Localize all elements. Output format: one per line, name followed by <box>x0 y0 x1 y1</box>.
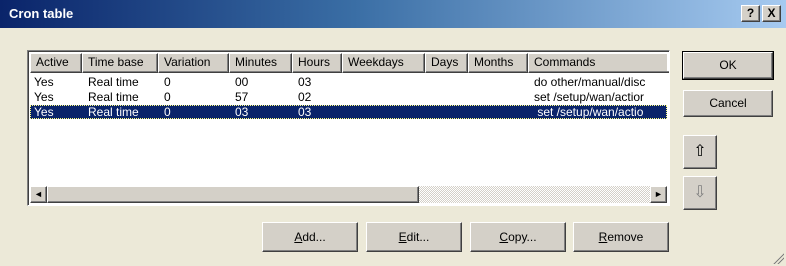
help-button[interactable]: ? <box>741 5 760 22</box>
move-down-button[interactable]: ⇩ <box>683 176 717 210</box>
close-button[interactable]: X <box>762 5 781 22</box>
cell-hours: 03 <box>298 105 312 119</box>
copy-button-label: Copy... <box>499 230 537 244</box>
column-header-minutes[interactable]: Minutes <box>229 53 292 73</box>
scrollbar-track[interactable] <box>419 186 650 203</box>
ok-button[interactable]: OK <box>682 51 774 80</box>
cell-variation: 0 <box>164 105 171 119</box>
column-header-days[interactable]: Days <box>425 53 468 73</box>
cell-time-base: Real time <box>88 105 139 119</box>
scroll-right-arrow-icon[interactable]: ► <box>650 186 667 203</box>
remove-button-label: Remove <box>598 230 644 244</box>
scroll-left-arrow-icon[interactable]: ◄ <box>30 186 47 203</box>
arrow-up-icon: ⇧ <box>693 143 707 160</box>
column-header-variation[interactable]: Variation <box>158 53 229 73</box>
cell-active: Yes <box>34 90 54 104</box>
column-header-commands[interactable]: Commands <box>528 53 669 73</box>
cell-minutes: 00 <box>235 75 249 89</box>
column-header-weekdays[interactable]: Weekdays <box>342 53 425 73</box>
cell-time-base: Real time <box>88 75 139 89</box>
cell-hours: 03 <box>298 75 312 89</box>
cell-commands: set /setup/wan/actior <box>534 90 645 104</box>
add-button-label: Add... <box>294 230 326 244</box>
edit-button-label: Edit... <box>398 230 430 244</box>
table-rows: Yes Real time 0 00 03 do other/manual/di… <box>30 73 667 185</box>
column-header-time-base[interactable]: Time base <box>82 53 158 73</box>
table-header: Active Time base Variation Minutes Hours… <box>30 53 669 73</box>
cell-commands: do other/manual/disc <box>534 75 646 89</box>
edit-button[interactable]: Edit... <box>366 222 462 252</box>
cell-variation: 0 <box>164 75 171 89</box>
column-header-hours[interactable]: Hours <box>292 53 342 73</box>
column-header-months[interactable]: Months <box>468 53 528 73</box>
cell-minutes: 03 <box>235 105 249 119</box>
cell-hours: 02 <box>298 90 312 104</box>
scrollbar-thumb[interactable] <box>47 186 419 203</box>
title-bar: Cron table ? X <box>0 0 786 28</box>
cell-minutes: 57 <box>235 90 249 104</box>
remove-button[interactable]: Remove <box>573 222 669 252</box>
cell-active: Yes <box>34 75 54 89</box>
cancel-button[interactable]: Cancel <box>683 90 773 117</box>
table-row-selected[interactable]: Yes Real time 0 03 03 set /setup/wan/act… <box>30 105 667 119</box>
cell-variation: 0 <box>164 90 171 104</box>
cron-table-list[interactable]: Active Time base Variation Minutes Hours… <box>27 50 670 206</box>
cell-time-base: Real time <box>88 90 139 104</box>
arrow-down-icon: ⇩ <box>693 184 707 201</box>
resize-grip-icon[interactable] <box>772 252 784 264</box>
move-up-button[interactable]: ⇧ <box>683 135 717 169</box>
window-title: Cron table <box>9 6 74 21</box>
cell-active: Yes <box>34 105 54 119</box>
horizontal-scrollbar[interactable]: ◄ ► <box>30 186 667 203</box>
column-header-active[interactable]: Active <box>30 53 82 73</box>
copy-button[interactable]: Copy... <box>470 222 566 252</box>
table-row[interactable]: Yes Real time 0 00 03 do other/manual/di… <box>30 75 667 89</box>
cell-commands: set /setup/wan/actio <box>534 105 644 119</box>
add-button[interactable]: Add... <box>262 222 358 252</box>
table-row[interactable]: Yes Real time 0 57 02 set /setup/wan/act… <box>30 90 667 104</box>
